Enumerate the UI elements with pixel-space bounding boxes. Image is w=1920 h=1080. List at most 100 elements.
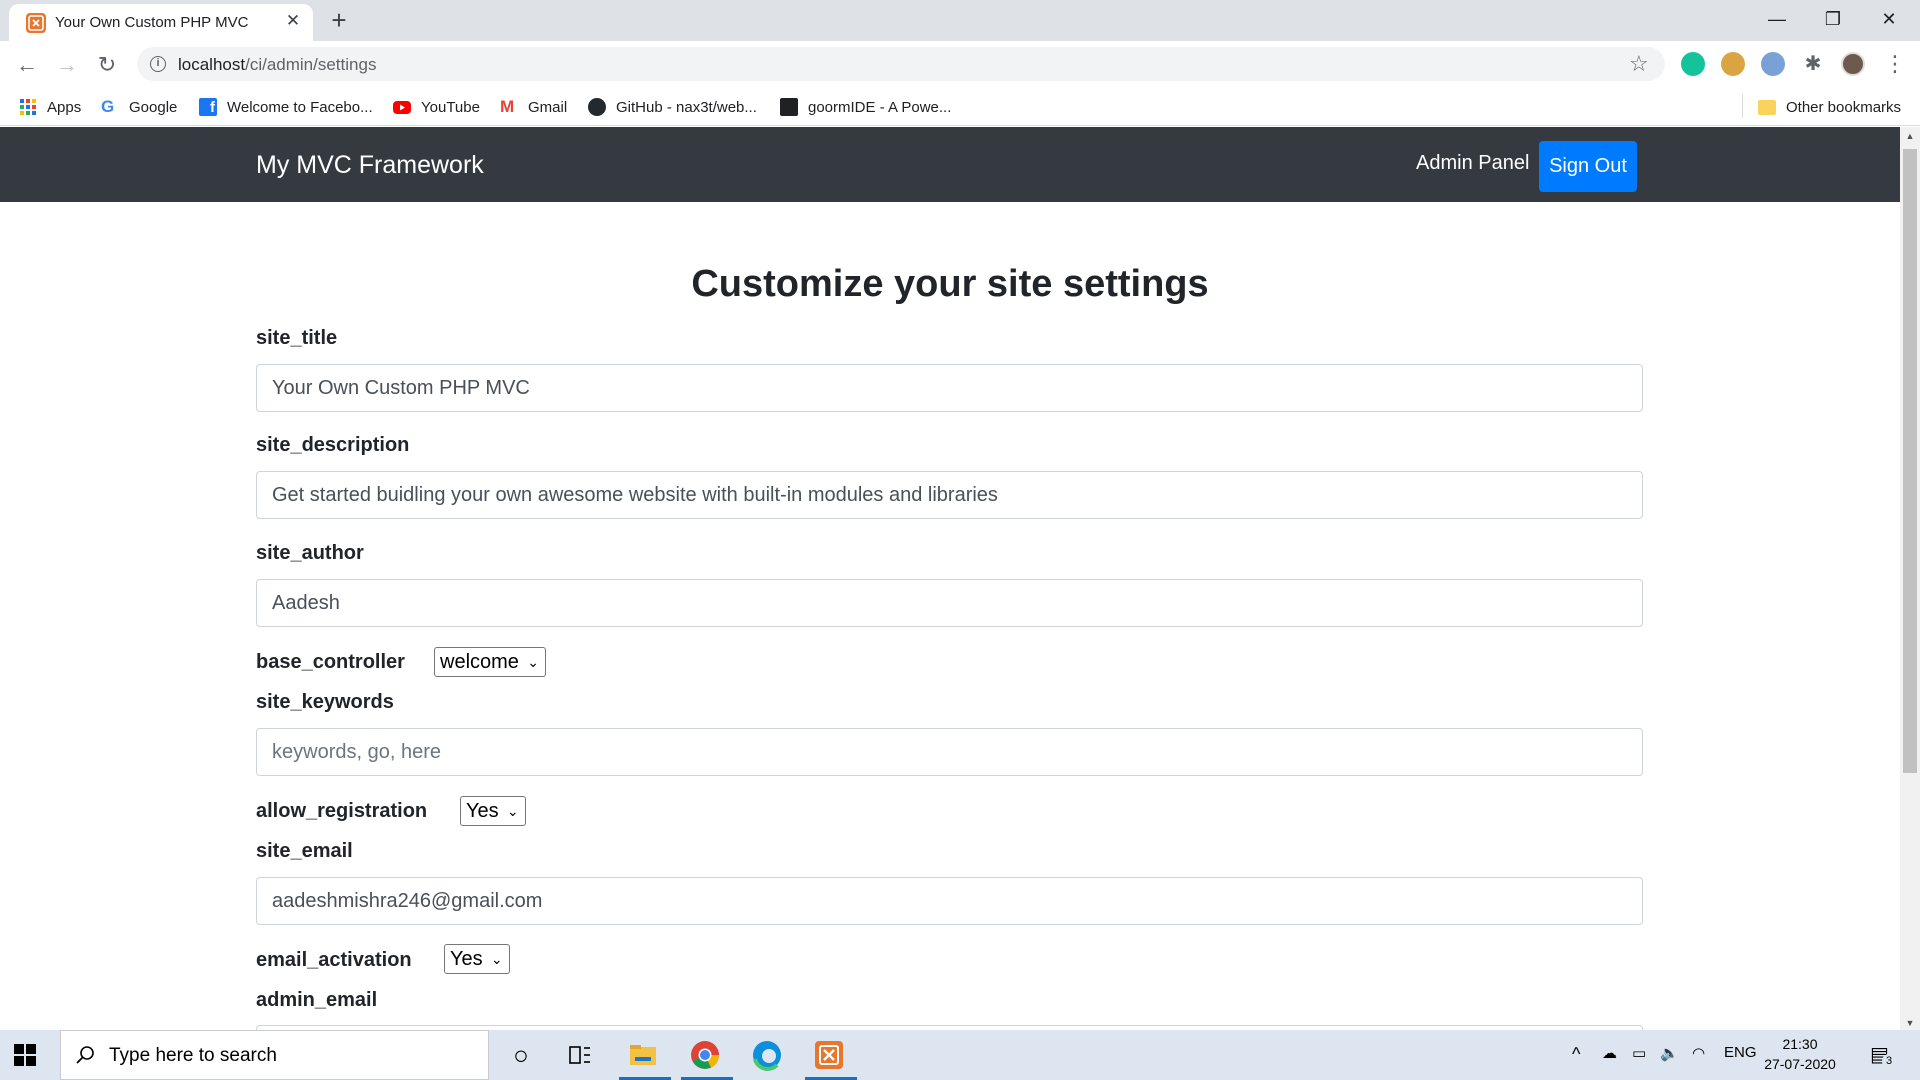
windows-start-icon[interactable] bbox=[14, 1044, 36, 1066]
chrome-taskbar-icon[interactable] bbox=[689, 1039, 721, 1071]
select-value: Yes bbox=[450, 948, 483, 970]
select-value: welcome bbox=[440, 651, 519, 673]
bookmark-google[interactable]: G Google bbox=[101, 96, 177, 118]
restore-icon[interactable]: ❐ bbox=[1810, 0, 1856, 38]
chevron-down-icon: ⌄ bbox=[527, 654, 539, 670]
page-scrollbar[interactable]: ▲ ▼ bbox=[1900, 127, 1920, 1030]
bookmarks-separator bbox=[1742, 94, 1743, 118]
wifi-icon[interactable]: ◠ bbox=[1692, 1044, 1705, 1062]
bookmark-goorm[interactable]: goormIDE - A Powe... bbox=[780, 96, 951, 118]
bookmark-facebook[interactable]: f Welcome to Facebo... bbox=[199, 96, 373, 118]
bookmark-star-icon[interactable]: ☆ bbox=[1629, 51, 1649, 77]
taskbar-clock[interactable]: 21:30 27-07-2020 bbox=[1760, 1034, 1840, 1074]
url-host: localhost bbox=[178, 55, 246, 74]
chevron-down-icon: ⌄ bbox=[506, 803, 519, 819]
facebook-icon: f bbox=[199, 98, 217, 116]
bookmark-other[interactable]: Other bookmarks bbox=[1758, 96, 1901, 118]
xampp-favicon-icon bbox=[26, 13, 46, 33]
allow-registration-select[interactable]: Yes ⌄ bbox=[460, 796, 526, 826]
github-icon bbox=[588, 98, 606, 116]
bookmark-label: Apps bbox=[47, 98, 82, 116]
minimize-icon[interactable]: — bbox=[1754, 0, 1800, 38]
email-activation-label: email_activation bbox=[256, 949, 412, 971]
bookmark-label: Google bbox=[129, 98, 178, 116]
email-activation-select[interactable]: Yes ⌄ bbox=[444, 944, 510, 974]
youtube-icon bbox=[393, 100, 411, 114]
search-icon bbox=[76, 1046, 94, 1064]
bookmarks-bar: Apps G Google f Welcome to Facebo... You… bbox=[0, 87, 1920, 126]
page-title: Customize your site settings bbox=[691, 263, 1209, 305]
site-navbar: My MVC Framework Admin Panel Sign Out bbox=[0, 127, 1900, 202]
bookmark-label: goormIDE - A Powe... bbox=[808, 98, 952, 116]
site-info-icon[interactable]: i bbox=[150, 56, 166, 72]
tray-chevron-up-icon[interactable]: ^ bbox=[1572, 1044, 1580, 1065]
admin-email-label: admin_email bbox=[256, 989, 378, 1011]
profile-avatar[interactable] bbox=[1841, 52, 1865, 76]
site-description-input[interactable]: Get started buidling your own awesome we… bbox=[256, 471, 1643, 519]
volume-icon[interactable]: 🔈 bbox=[1660, 1044, 1679, 1062]
clock-time: 21:30 bbox=[1782, 1036, 1818, 1052]
taskbar-search[interactable]: Type here to search bbox=[60, 1030, 489, 1080]
folder-icon bbox=[1758, 99, 1776, 115]
bookmark-gmail[interactable]: M Gmail bbox=[500, 96, 567, 118]
windows-taskbar: Type here to search ○ ^ ☁ ▭ 🔈 ◠ ENG 21:3… bbox=[0, 1030, 1920, 1080]
select-value: Yes bbox=[466, 800, 499, 822]
onedrive-icon[interactable]: ☁ bbox=[1602, 1044, 1617, 1062]
google-icon: G bbox=[101, 97, 115, 116]
bookmark-youtube[interactable]: YouTube bbox=[393, 96, 480, 118]
base-controller-select[interactable]: welcome ⌄ bbox=[434, 647, 546, 677]
notification-count: 3 bbox=[1882, 1054, 1896, 1068]
edge-taskbar-icon[interactable] bbox=[751, 1039, 783, 1071]
base-controller-label: base_controller bbox=[256, 651, 405, 673]
site-description-label: site_description bbox=[256, 434, 410, 456]
site-author-input[interactable]: Aadesh bbox=[256, 579, 1643, 627]
admin-panel-link[interactable]: Admin Panel bbox=[1416, 152, 1529, 175]
site-keywords-label: site_keywords bbox=[256, 691, 394, 713]
xampp-taskbar-icon[interactable] bbox=[813, 1039, 845, 1071]
file-explorer-icon[interactable] bbox=[627, 1039, 659, 1071]
battery-icon[interactable]: ▭ bbox=[1632, 1044, 1646, 1062]
gmail-icon: M bbox=[500, 97, 515, 116]
bookmark-label: Other bookmarks bbox=[1786, 98, 1902, 116]
scroll-up-icon[interactable]: ▲ bbox=[1905, 131, 1915, 141]
task-view-icon[interactable] bbox=[564, 1039, 596, 1071]
scrollbar-thumb[interactable] bbox=[1903, 149, 1917, 773]
reload-icon[interactable]: ↻ bbox=[93, 51, 121, 79]
browser-tab[interactable]: Your Own Custom PHP MVC ✕ bbox=[9, 4, 313, 41]
site-email-label: site_email bbox=[256, 840, 353, 862]
bookmark-label: GitHub - nax3t/web... bbox=[616, 98, 757, 116]
close-window-icon[interactable]: ✕ bbox=[1866, 0, 1912, 38]
site-keywords-input[interactable]: keywords, go, here bbox=[256, 728, 1643, 776]
site-email-input[interactable]: aadeshmishra246@gmail.com bbox=[256, 877, 1643, 925]
tab-strip: Your Own Custom PHP MVC ✕ + — ❐ ✕ bbox=[0, 0, 1920, 41]
notifications-icon[interactable]: ▤ 3 bbox=[1870, 1042, 1896, 1068]
allow-registration-label: allow_registration bbox=[256, 800, 428, 822]
site-author-label: site_author bbox=[256, 542, 364, 564]
sign-out-button[interactable]: Sign Out bbox=[1539, 141, 1637, 192]
site-title-input[interactable]: Your Own Custom PHP MVC bbox=[256, 364, 1643, 412]
bookmark-label: Welcome to Facebo... bbox=[227, 98, 373, 116]
cookie-extension-icon[interactable] bbox=[1721, 52, 1745, 76]
puzzle-extensions-icon[interactable]: ✱ bbox=[1801, 52, 1825, 76]
scroll-down-icon[interactable]: ▼ bbox=[1905, 1018, 1915, 1028]
extension-icon[interactable] bbox=[1761, 52, 1785, 76]
browser-menu-icon[interactable]: ⋮ bbox=[1884, 52, 1906, 76]
back-icon[interactable]: ← bbox=[13, 51, 41, 79]
forward-icon[interactable]: → bbox=[53, 51, 81, 79]
site-brand[interactable]: My MVC Framework bbox=[256, 151, 484, 180]
bookmark-github[interactable]: GitHub - nax3t/web... bbox=[588, 96, 757, 118]
goorm-icon bbox=[780, 98, 798, 116]
url-text: localhost/ci/admin/settings bbox=[178, 55, 376, 75]
grammarly-icon[interactable] bbox=[1681, 52, 1705, 76]
close-tab-icon[interactable]: ✕ bbox=[281, 9, 305, 33]
cortana-icon[interactable]: ○ bbox=[505, 1039, 537, 1071]
address-bar[interactable]: i localhost/ci/admin/settings ☆ bbox=[137, 47, 1665, 81]
new-tab-icon[interactable]: + bbox=[325, 6, 353, 34]
page-viewport: My MVC Framework Admin Panel Sign Out Cu… bbox=[0, 127, 1900, 1030]
apps-grid-icon bbox=[19, 98, 37, 116]
bookmark-apps[interactable]: Apps bbox=[19, 96, 81, 118]
search-placeholder: Type here to search bbox=[109, 1045, 277, 1066]
language-indicator[interactable]: ENG bbox=[1724, 1044, 1757, 1061]
bookmark-label: YouTube bbox=[421, 98, 480, 116]
chevron-down-icon: ⌄ bbox=[490, 951, 503, 967]
